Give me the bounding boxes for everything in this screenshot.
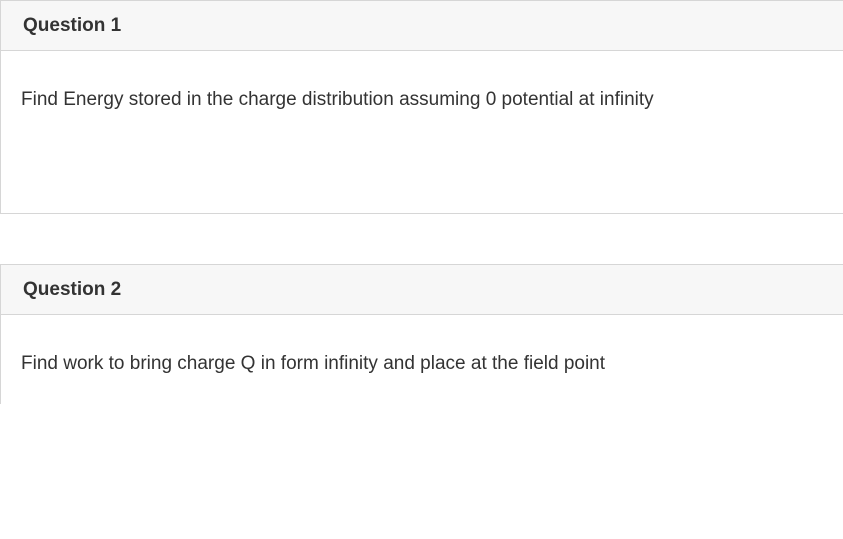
question-title-1: Question 1 [23, 15, 821, 37]
question-card-1: Question 1 Find Energy stored in the cha… [0, 0, 843, 214]
question-card-2: Question 2 Find work to bring charge Q i… [0, 264, 843, 405]
question-header-1: Question 1 [1, 1, 843, 51]
question-text-1: Find Energy stored in the charge distrib… [21, 87, 823, 113]
question-title-2: Question 2 [23, 279, 821, 301]
question-body-1: Find Energy stored in the charge distrib… [1, 51, 843, 213]
question-body-2: Find work to bring charge Q in form infi… [1, 315, 843, 405]
spacer [0, 214, 843, 264]
question-header-2: Question 2 [1, 265, 843, 315]
question-text-2: Find work to bring charge Q in form infi… [21, 351, 823, 377]
